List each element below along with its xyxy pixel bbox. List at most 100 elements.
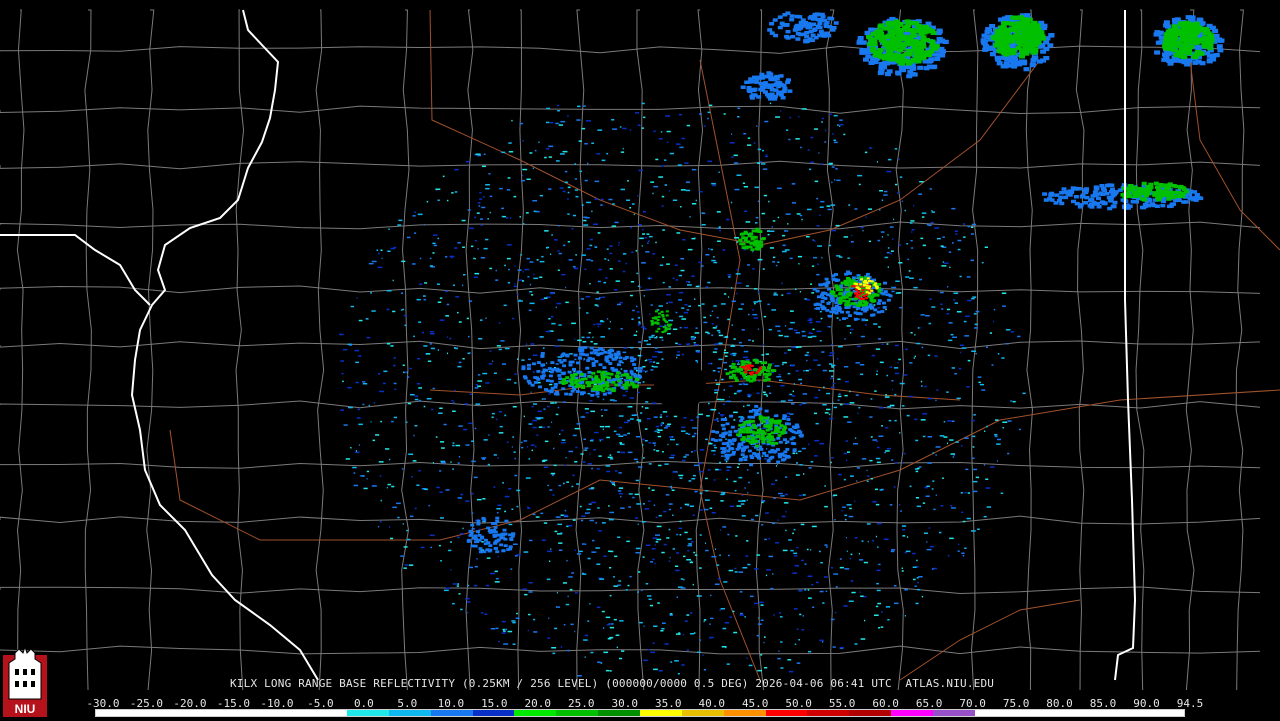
echo-pixel xyxy=(953,292,959,294)
echo-pixel xyxy=(648,277,651,280)
echo-pixel xyxy=(1216,44,1223,49)
echo-pixel xyxy=(924,532,928,534)
echo-pixel xyxy=(740,453,745,457)
echo-pixel xyxy=(457,536,460,539)
echo-pixel xyxy=(829,370,834,372)
echo-pixel xyxy=(851,276,856,280)
echo-pixel xyxy=(494,581,500,583)
echo-pixel xyxy=(342,380,344,383)
echo-pixel xyxy=(888,419,892,422)
echo-pixel xyxy=(722,526,727,528)
echo-pixel xyxy=(737,446,741,449)
echo-pixel xyxy=(480,612,484,614)
echo-pixel xyxy=(940,291,944,294)
echo-pixel xyxy=(847,272,852,275)
echo-pixel xyxy=(1171,184,1177,188)
echo-pixel xyxy=(404,564,409,566)
echo-pixel xyxy=(728,396,731,398)
echo-pixel xyxy=(675,279,679,281)
echo-pixel xyxy=(703,321,708,324)
echo-pixel xyxy=(886,298,891,302)
echo-pixel xyxy=(596,291,599,293)
echo-pixel xyxy=(416,298,421,301)
echo-pixel xyxy=(913,286,918,289)
echo-pixel xyxy=(780,400,786,402)
echo-pixel xyxy=(372,439,376,442)
echo-pixel xyxy=(877,602,881,605)
echo-pixel xyxy=(739,419,744,423)
echo-pixel xyxy=(746,499,748,501)
echo-pixel xyxy=(578,140,582,142)
echo-pixel xyxy=(1077,203,1083,207)
echo-pixel xyxy=(926,548,932,551)
echo-pixel xyxy=(433,244,438,247)
echo-pixel xyxy=(693,632,696,634)
echo-pixel xyxy=(1012,400,1016,403)
echo-pixel xyxy=(711,555,717,558)
echo-pixel xyxy=(795,423,799,427)
echo-pixel xyxy=(652,356,658,358)
echo-pixel xyxy=(723,352,729,354)
echo-pixel xyxy=(738,500,743,502)
echo-pixel xyxy=(740,503,745,505)
echo-pixel xyxy=(810,161,815,164)
echo-pixel xyxy=(371,485,377,487)
echo-pixel xyxy=(716,417,719,420)
echo-pixel xyxy=(409,367,412,370)
echo-pixel xyxy=(561,387,566,391)
echo-pixel xyxy=(754,186,759,189)
echo-pixel xyxy=(618,260,621,262)
echo-pixel xyxy=(675,311,678,314)
echo-pixel xyxy=(560,339,564,341)
echo-pixel xyxy=(837,395,842,398)
echo-pixel xyxy=(774,365,780,367)
echo-pixel xyxy=(789,310,794,312)
echo-pixel xyxy=(672,548,676,550)
echo-pixel xyxy=(871,42,878,47)
echo-pixel xyxy=(705,477,708,480)
echo-pixel xyxy=(447,352,449,355)
echo-pixel xyxy=(705,438,708,441)
echo-pixel xyxy=(882,306,887,309)
echo-pixel xyxy=(550,292,554,295)
echo-pixel xyxy=(614,484,616,487)
echo-pixel xyxy=(658,305,663,307)
echo-pixel xyxy=(1005,34,1012,39)
echo-pixel xyxy=(468,335,470,338)
echo-pixel xyxy=(958,543,960,546)
echo-pixel xyxy=(680,507,682,509)
echo-pixel xyxy=(485,584,490,587)
echo-pixel xyxy=(723,581,728,583)
echo-pixel xyxy=(764,416,769,420)
echo-pixel xyxy=(519,122,523,125)
echo-pixel xyxy=(763,379,768,382)
echo-pixel xyxy=(762,451,767,455)
echo-pixel xyxy=(715,548,717,550)
echo-pixel xyxy=(360,475,365,477)
echo-pixel xyxy=(358,444,360,446)
echo-pixel xyxy=(416,484,420,486)
echo-pixel xyxy=(473,276,478,278)
echo-pixel xyxy=(579,170,583,173)
echo-pixel xyxy=(971,530,976,532)
echo-pixel xyxy=(645,401,649,403)
echo-pixel xyxy=(1084,195,1090,200)
echo-pixel xyxy=(769,31,775,35)
echo-pixel xyxy=(575,195,579,198)
echo-pixel xyxy=(655,541,659,543)
echo-pixel xyxy=(584,408,589,410)
echo-pixel xyxy=(935,399,937,402)
echo-pixel xyxy=(738,423,743,427)
echo-pixel xyxy=(757,200,760,203)
echo-pixel xyxy=(523,376,528,380)
echo-pixel xyxy=(909,485,912,488)
echo-pixel xyxy=(628,493,633,495)
echo-pixel xyxy=(1033,26,1040,32)
echo-pixel xyxy=(755,409,760,412)
echo-pixel xyxy=(711,409,717,411)
echo-pixel xyxy=(831,364,836,367)
echo-pixel xyxy=(1167,183,1173,187)
echo-pixel xyxy=(638,366,643,370)
echo-pixel xyxy=(636,305,638,308)
echo-pixel xyxy=(920,38,927,43)
